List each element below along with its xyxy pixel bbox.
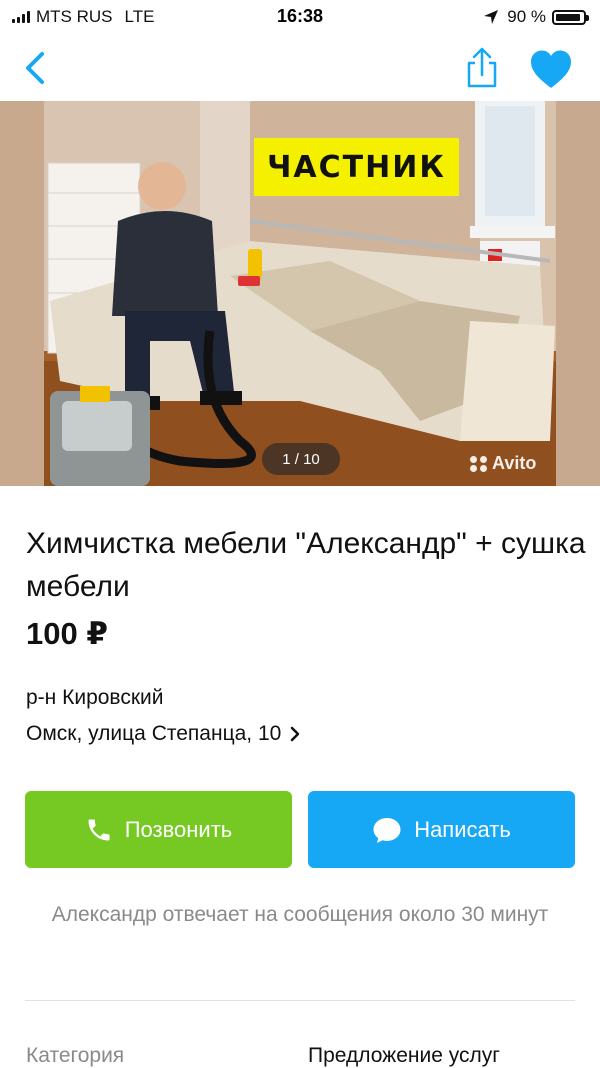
write-button-label: Написать (414, 816, 511, 842)
section-divider (25, 1000, 575, 1001)
photo-counter: 1 / 10 (262, 443, 340, 475)
chevron-right-icon (291, 726, 300, 742)
nav-bar (0, 36, 600, 100)
phone-icon (88, 819, 110, 840)
status-bar: MTS RUS LTE 16:38 90 % (0, 0, 600, 36)
favorite-button[interactable] (528, 48, 574, 90)
call-button[interactable]: Позвонить (25, 791, 292, 868)
back-chevron-icon (26, 52, 44, 84)
listing-title: Химчистка мебели "Александр" + сушка меб… (26, 527, 586, 603)
category-label: Категория (26, 1044, 125, 1067)
avito-watermark: Avito (470, 453, 536, 474)
heart-icon (531, 50, 571, 88)
avito-logo-icon (470, 455, 488, 472)
share-icon (467, 47, 497, 88)
battery-percent: 90 % (507, 7, 546, 26)
listing-district: р-н Кировский (26, 686, 164, 709)
private-seller-badge: ЧАСТНИК (254, 138, 459, 196)
listing-price: 100 ₽ (26, 616, 108, 651)
photo-gallery[interactable]: ЧАСТНИК 1 / 10 Avito (0, 101, 600, 486)
write-button[interactable]: Написать (308, 791, 575, 868)
reply-time-note: Александр отвечает на сообщения около 30… (51, 903, 549, 926)
back-button[interactable] (18, 48, 54, 88)
battery-icon (552, 9, 589, 25)
watermark-text: Avito (492, 453, 537, 473)
status-right: 90 % (483, 7, 589, 27)
call-button-label: Позвонить (124, 816, 233, 842)
location-arrow-icon (484, 10, 499, 24)
share-button[interactable] (462, 46, 502, 90)
address-text: Омск, улица Степанца, 10 (26, 722, 282, 745)
category-value: Предложение услуг (308, 1044, 500, 1067)
chat-bubble-icon (373, 817, 401, 843)
listing-address-link[interactable]: Омск, улица Степанца, 10 (26, 722, 301, 746)
